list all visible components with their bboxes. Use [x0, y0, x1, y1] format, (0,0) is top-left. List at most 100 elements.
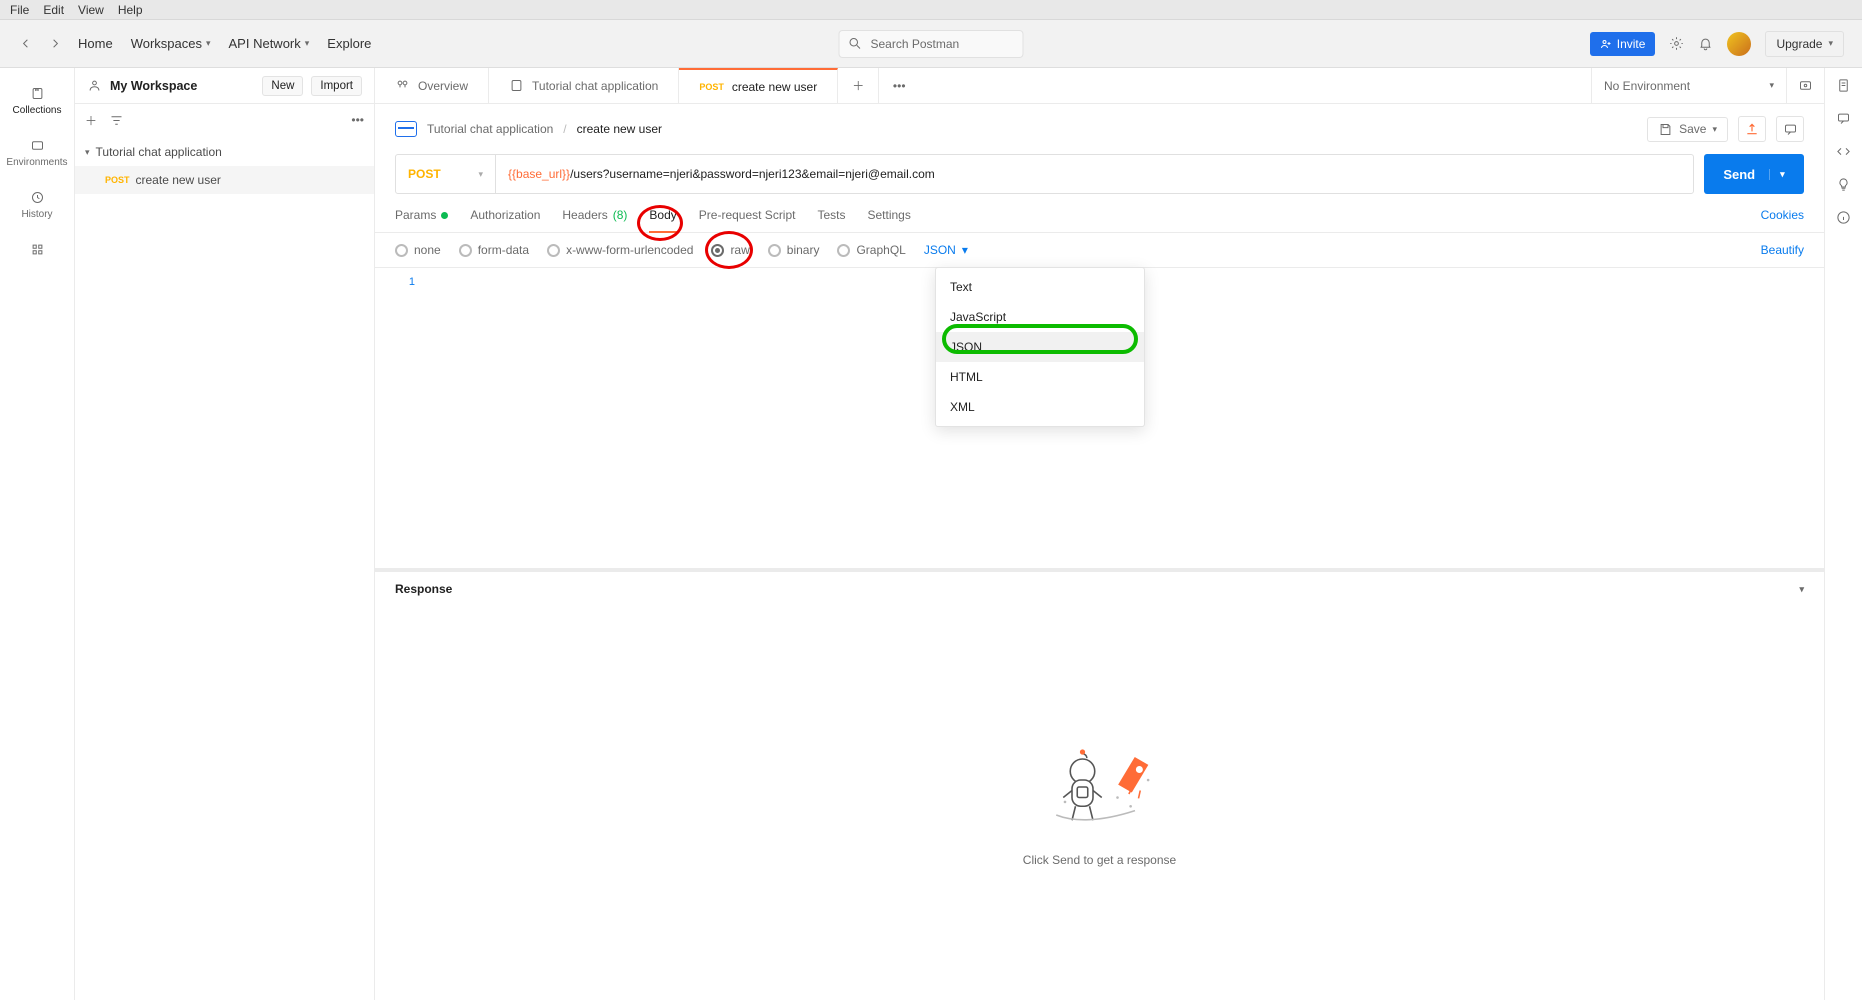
nav-home[interactable]: Home — [78, 36, 113, 51]
rtab-settings[interactable]: Settings — [868, 200, 911, 232]
nav-api-network[interactable]: API Network▾ — [229, 36, 310, 51]
tree-collection[interactable]: ▾ Tutorial chat application — [75, 138, 374, 166]
astronaut-illustration — [1030, 725, 1170, 835]
environments-icon — [30, 138, 45, 153]
menu-file[interactable]: File — [10, 3, 29, 17]
body-language-selector[interactable]: JSON ▾ — [924, 243, 968, 257]
menu-edit[interactable]: Edit — [43, 3, 64, 17]
params-indicator — [441, 212, 448, 219]
body-none[interactable]: none — [395, 243, 441, 257]
environment-quick-look-icon[interactable] — [1798, 78, 1813, 93]
http-icon — [395, 121, 417, 137]
save-icon — [1658, 122, 1673, 137]
search-icon — [848, 36, 863, 51]
add-collection-icon[interactable]: ＋ — [85, 112, 97, 129]
rtab-body[interactable]: Body — [649, 200, 676, 232]
more-icon[interactable]: ••• — [351, 113, 364, 127]
body-binary[interactable]: binary — [768, 243, 820, 257]
collections-icon — [30, 86, 45, 101]
nav-back-icon[interactable] — [18, 36, 30, 51]
response-placeholder: Click Send to get a response — [375, 606, 1824, 986]
lang-json[interactable]: JSON — [936, 332, 1144, 362]
left-rail: Collections Environments History — [0, 68, 75, 1000]
body-formdata[interactable]: form-data — [459, 243, 529, 257]
url-group: POST ▾ {{base_url}}/users?username=njeri… — [395, 154, 1694, 194]
response-header[interactable]: Response ▾ — [375, 568, 1824, 606]
code-icon[interactable] — [1836, 144, 1851, 159]
lang-javascript[interactable]: JavaScript — [936, 302, 1144, 332]
breadcrumb: Tutorial chat application / create new u… — [375, 104, 1824, 154]
tabs-row: Overview Tutorial chat application POST … — [375, 68, 1824, 104]
cookies-link[interactable]: Cookies — [1761, 208, 1804, 232]
lightbulb-icon[interactable] — [1836, 177, 1851, 192]
crumb-request[interactable]: create new user — [577, 122, 662, 136]
nav-workspaces[interactable]: Workspaces▾ — [131, 36, 211, 51]
save-button[interactable]: Save ▾ — [1647, 117, 1728, 142]
upgrade-button[interactable]: Upgrade▾ — [1765, 31, 1844, 57]
user-plus-icon — [1600, 38, 1612, 50]
rtab-authorization[interactable]: Authorization — [470, 200, 540, 232]
menu-view[interactable]: View — [78, 3, 104, 17]
share-icon[interactable] — [1738, 116, 1766, 142]
tab-collection[interactable]: Tutorial chat application — [489, 68, 679, 103]
breadcrumb-separator: / — [563, 122, 566, 136]
send-button[interactable]: Send ▾ — [1704, 154, 1804, 194]
crumb-collection[interactable]: Tutorial chat application — [427, 122, 553, 136]
tab-active-request[interactable]: POST create new user — [679, 68, 838, 103]
rtab-params[interactable]: Params — [395, 200, 448, 232]
rtab-headers[interactable]: Headers (8) — [562, 200, 627, 232]
rtab-prerequest[interactable]: Pre-request Script — [699, 200, 796, 232]
workspace-title[interactable]: My Workspace — [110, 79, 197, 93]
body-raw[interactable]: raw — [711, 243, 749, 257]
right-rail — [1824, 68, 1862, 1000]
os-menubar: File Edit View Help — [0, 0, 1862, 20]
chevron-down-icon: ▾ — [85, 147, 90, 158]
grid-icon — [30, 242, 45, 257]
body-types-row: none form-data x-www-form-urlencoded raw… — [375, 233, 1824, 268]
tree-request[interactable]: POST create new user — [75, 166, 374, 194]
rail-environments[interactable]: Environments — [0, 132, 74, 174]
rtab-tests[interactable]: Tests — [817, 200, 845, 232]
lang-text[interactable]: Text — [936, 272, 1144, 302]
nav-forward-icon[interactable] — [48, 36, 60, 51]
nav-explore[interactable]: Explore — [327, 36, 371, 51]
global-search-input[interactable]: Search Postman — [839, 30, 1024, 58]
chevron-down-icon: ▾ — [1799, 584, 1804, 595]
info-icon[interactable] — [1836, 210, 1851, 225]
new-button[interactable]: New — [262, 76, 303, 96]
line-number: 1 — [409, 276, 415, 288]
history-icon — [30, 190, 45, 205]
bell-icon[interactable] — [1698, 36, 1713, 51]
environment-selector[interactable]: No Environment ▾ — [1591, 68, 1786, 103]
rail-collections[interactable]: Collections — [0, 80, 74, 122]
lang-xml[interactable]: XML — [936, 392, 1144, 422]
beautify-link[interactable]: Beautify — [1761, 243, 1804, 257]
tab-new[interactable]: ＋ — [838, 68, 879, 103]
user-icon — [87, 78, 102, 93]
response-placeholder-text: Click Send to get a response — [1023, 853, 1176, 867]
docs-icon[interactable] — [1836, 78, 1851, 93]
body-urlencoded[interactable]: x-www-form-urlencoded — [547, 243, 693, 257]
tab-more-icon[interactable]: ••• — [879, 68, 919, 103]
invite-button[interactable]: Invite — [1590, 32, 1656, 56]
language-dropdown: Text JavaScript JSON HTML XML — [935, 267, 1145, 427]
main-content: Overview Tutorial chat application POST … — [375, 68, 1824, 1000]
top-toolbar: Home Workspaces▾ API Network▾ Explore Se… — [0, 20, 1862, 68]
rail-history[interactable]: History — [0, 184, 74, 226]
avatar[interactable] — [1727, 32, 1751, 56]
overview-icon — [395, 78, 410, 93]
lang-html[interactable]: HTML — [936, 362, 1144, 392]
body-graphql[interactable]: GraphQL — [837, 243, 905, 257]
tab-overview[interactable]: Overview — [375, 68, 489, 103]
rail-more[interactable] — [0, 236, 74, 263]
settings-icon[interactable] — [1669, 36, 1684, 51]
comments-icon[interactable] — [1776, 116, 1804, 142]
menu-help[interactable]: Help — [118, 3, 143, 17]
filter-icon[interactable] — [109, 113, 124, 128]
comment-icon[interactable] — [1836, 111, 1851, 126]
url-input[interactable]: {{base_url}}/users?username=njeri&passwo… — [496, 155, 1693, 193]
method-dropdown[interactable]: POST ▾ — [396, 155, 496, 193]
import-button[interactable]: Import — [311, 76, 362, 96]
sidebar: My Workspace New Import ＋ ••• ▾ Tutorial… — [75, 68, 375, 1000]
collection-tab-icon — [509, 78, 524, 93]
